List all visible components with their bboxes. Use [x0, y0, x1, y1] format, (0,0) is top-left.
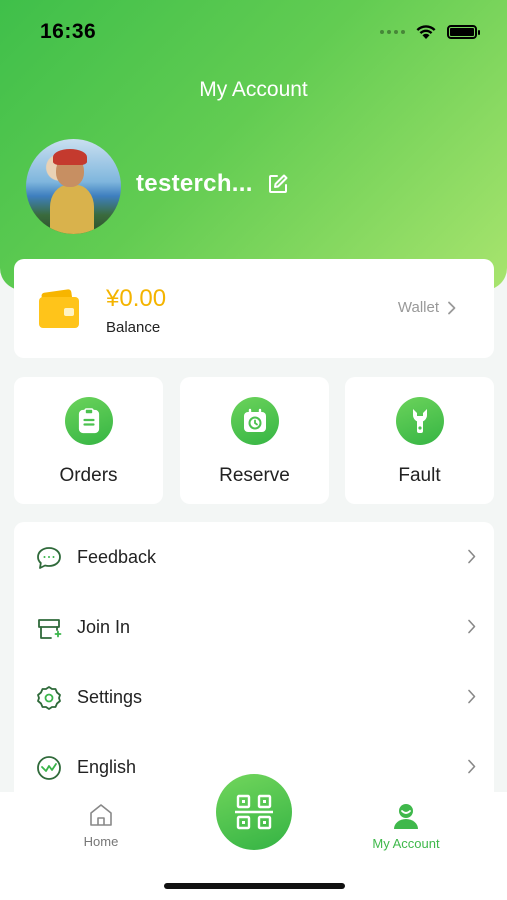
orders-tile[interactable]: Orders	[14, 377, 163, 504]
qr-scan-icon	[235, 794, 273, 830]
wallet-icon	[39, 289, 79, 328]
chevron-right-icon	[448, 301, 456, 314]
wallet-link-label: Wallet	[397, 299, 439, 316]
chevron-right-icon	[468, 759, 476, 774]
edit-icon[interactable]	[267, 173, 289, 195]
menu-label-settings: Settings	[77, 686, 143, 707]
scan-button[interactable]	[216, 774, 292, 850]
balance-amount: ¥0.00	[106, 285, 167, 312]
status-icons	[380, 24, 480, 40]
status-time: 16:36	[40, 20, 97, 43]
chevron-right-icon	[468, 619, 476, 634]
user-icon	[394, 804, 418, 829]
chat-bubble-icon	[37, 547, 61, 569]
fault-label: Fault	[398, 465, 441, 486]
tab-home[interactable]: Home	[76, 802, 126, 849]
tab-my-account-label: My Account	[372, 836, 440, 851]
calendar-clock-icon	[230, 397, 279, 445]
menu-card: Feedback Join In Settings English	[14, 522, 494, 812]
wallet-link[interactable]: Wallet	[398, 299, 456, 316]
page-title: My Account	[199, 78, 308, 101]
wrench-icon	[395, 397, 444, 445]
fault-tile[interactable]: Fault	[345, 377, 494, 504]
home-indicator	[164, 883, 345, 889]
menu-item-settings[interactable]: Settings	[14, 662, 494, 732]
balance-label: Balance	[106, 319, 161, 336]
menu-item-feedback[interactable]: Feedback	[14, 522, 494, 592]
menu-label-join-in: Join In	[77, 616, 131, 637]
home-icon	[90, 804, 112, 826]
reserve-label: Reserve	[219, 465, 290, 486]
tab-my-account[interactable]: My Account	[356, 802, 456, 851]
orders-label: Orders	[59, 465, 118, 486]
chevron-right-icon	[468, 549, 476, 564]
username-row[interactable]: testerch...	[136, 170, 289, 198]
language-icon	[37, 756, 61, 780]
username: testerch...	[136, 170, 253, 197]
menu-label-english: English	[77, 756, 137, 777]
clipboard-icon	[64, 397, 113, 445]
menu-item-join-in[interactable]: Join In	[14, 592, 494, 662]
gear-icon	[37, 686, 61, 710]
battery-icon	[447, 25, 480, 39]
wifi-icon	[416, 25, 436, 39]
store-plus-icon	[38, 619, 62, 639]
tab-home-label: Home	[83, 834, 119, 849]
status-bar: 16:36	[0, 0, 507, 64]
chevron-right-icon	[468, 689, 476, 704]
menu-label-feedback: Feedback	[77, 546, 157, 567]
wallet-card[interactable]: ¥0.00 Balance Wallet	[14, 259, 494, 358]
avatar[interactable]	[26, 139, 121, 234]
reserve-tile[interactable]: Reserve	[180, 377, 329, 504]
signal-icon	[380, 30, 405, 34]
